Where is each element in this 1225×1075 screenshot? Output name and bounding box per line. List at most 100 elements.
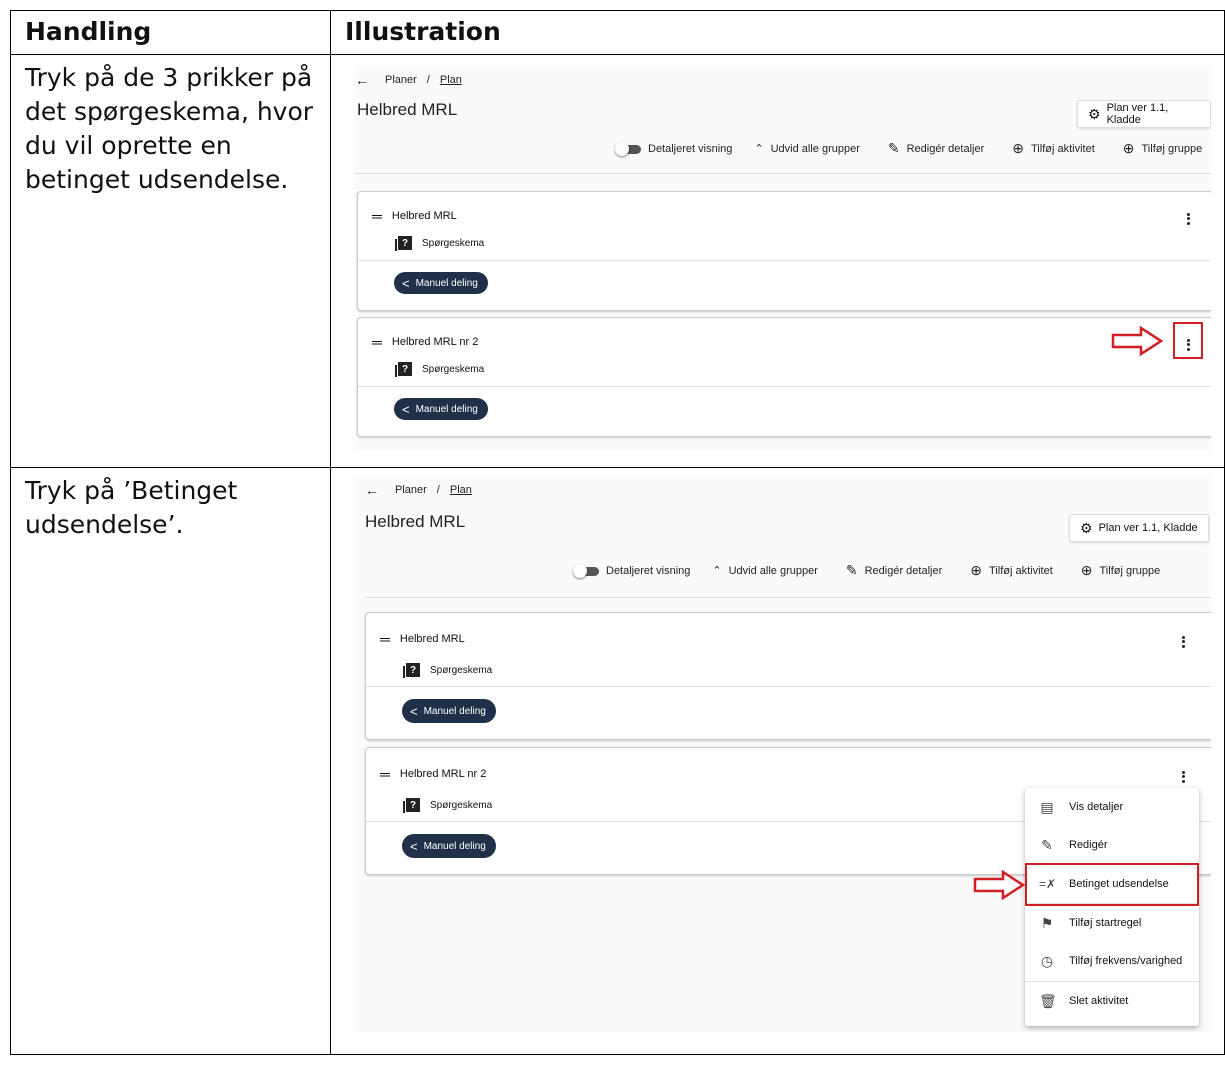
manual-share-label: Manuel deling (423, 840, 486, 852)
step-text-2: Tryk på ’Betinget udsendelse’. (25, 476, 238, 539)
trash-icon: 🗑 (1039, 992, 1057, 1009)
more-vert-icon[interactable] (1187, 211, 1191, 226)
edit-details-label: Redigér detaljer (906, 142, 985, 155)
plus-circle-icon: ⊕ (1080, 562, 1093, 578)
divider (365, 597, 1211, 598)
card-divider (358, 386, 1211, 387)
expand-groups-button[interactable]: ⌃ Udvid alle grupper (754, 142, 860, 156)
unfold-icon: ⌃ (712, 565, 722, 577)
plan-version-button[interactable]: ⚙ Plan ver 1.1, Kladde (1077, 100, 1211, 128)
card-type-label: Spørgeskema (422, 237, 485, 249)
menu-item-show-details[interactable]: ▤ Vis detaljer (1025, 788, 1199, 826)
breadcrumb-current[interactable]: Plan (440, 74, 462, 86)
add-group-label: Tilføj gruppe (1141, 142, 1203, 155)
card-divider (358, 260, 1211, 261)
manual-share-button[interactable]: < Manuel deling (394, 272, 488, 294)
drag-handle-icon[interactable]: ═ (380, 766, 390, 782)
plus-circle-icon: ⊕ (970, 562, 982, 578)
clock-plus-icon: ◷ (1040, 952, 1054, 969)
gear-icon: ⚙ (1080, 519, 1093, 536)
card-type: ? Spørgeskema (403, 798, 492, 813)
flag-icon: ⚑ (1040, 914, 1054, 931)
toolbar: Detaljeret visning ⌃ Udvid alle grupper … (587, 140, 1202, 157)
breadcrumb-separator: / (426, 74, 430, 86)
toggle-switch-icon[interactable] (573, 563, 599, 578)
plus-circle-icon: ⊕ (1012, 140, 1024, 156)
card-type-label: Spørgeskema (422, 363, 485, 375)
instruction-table: Handling Illustration Tryk på de 3 prikk… (10, 10, 1225, 1055)
card-type: ? Spørgeskema (395, 236, 485, 251)
activity-card-1[interactable]: ═ Helbred MRL ? Spørgeskema < Manuel del… (365, 612, 1211, 740)
pencil-icon: ✎ (887, 140, 900, 156)
plus-circle-icon: ⊕ (1122, 140, 1135, 156)
highlight-conditional-dispatch (1025, 863, 1199, 906)
step-text-1: Tryk på de 3 prikker på det spørgeskema,… (25, 63, 314, 194)
manual-share-button[interactable]: < Manuel deling (402, 699, 496, 723)
divider (355, 173, 1211, 174)
red-arrow-icon (973, 870, 1025, 900)
menu-item-delete-activity[interactable]: 🗑 Slet aktivitet (1025, 982, 1199, 1020)
more-vert-icon[interactable] (1182, 634, 1186, 649)
step-cell-1: Tryk på de 3 prikker på det spørgeskema,… (10, 54, 331, 468)
manual-share-label: Manuel deling (415, 403, 478, 415)
share-icon: < (402, 275, 410, 291)
gear-icon: ⚙ (1088, 105, 1101, 122)
back-arrow-icon[interactable]: ← (355, 72, 369, 88)
plan-version-button[interactable]: ⚙ Plan ver 1.1, Kladde (1069, 514, 1209, 542)
edit-details-button[interactable]: ✎ Redigér detaljer (846, 562, 942, 579)
detailed-view-toggle[interactable]: Detaljeret visning (573, 563, 691, 578)
menu-item-add-frequency[interactable]: ◷ Tilføj frekvens/varighed (1025, 942, 1199, 980)
quiz-icon: ? (403, 798, 420, 813)
highlight-kebab (1173, 322, 1203, 359)
card-name: Helbred MRL (391, 210, 457, 222)
back-arrow-icon[interactable]: ← (365, 482, 379, 498)
menu-label: Tilføj frekvens/varighed (1069, 955, 1183, 967)
drag-handle-icon[interactable]: ═ (372, 208, 382, 224)
share-icon: < (402, 401, 410, 417)
manual-share-label: Manuel deling (423, 705, 486, 717)
breadcrumb-separator: / (436, 484, 440, 496)
breadcrumb-root[interactable]: Planer (385, 74, 417, 86)
more-vert-icon[interactable] (1182, 769, 1186, 784)
add-group-button[interactable]: ⊕ Tilføj gruppe (1081, 562, 1160, 579)
menu-label: Tilføj startregel (1069, 917, 1142, 929)
card-type-label: Spørgeskema (430, 664, 493, 676)
clipboard-icon: ▤ (1040, 798, 1054, 815)
add-group-button[interactable]: ⊕ Tilføj gruppe (1123, 140, 1202, 157)
step-row-1: Tryk på de 3 prikker på det spørgeskema,… (10, 54, 1225, 468)
activity-card-2[interactable]: ═ Helbred MRL nr 2 ? Spørgeskema < Manue… (357, 317, 1211, 437)
add-activity-label: Tilføj aktivitet (989, 564, 1053, 577)
unfold-icon: ⌃ (754, 143, 764, 155)
share-icon: < (410, 703, 418, 719)
expand-groups-button[interactable]: ⌃ Udvid alle grupper (712, 564, 818, 578)
detailed-view-toggle[interactable]: Detaljeret visning (615, 141, 732, 156)
plan-version-label: Plan ver 1.1, Kladde (1098, 522, 1198, 534)
card-title: ═ Helbred MRL nr 2 (372, 334, 478, 350)
drag-handle-icon[interactable]: ═ (380, 631, 390, 647)
toggle-switch-icon[interactable] (615, 141, 641, 156)
drag-handle-icon[interactable]: ═ (372, 334, 382, 350)
quiz-icon: ? (395, 236, 412, 251)
card-type: ? Spørgeskema (395, 362, 485, 377)
illustration-cell-2: ← Planer / Plan Helbred MRL ⚙ Plan ver 1… (330, 467, 1225, 1055)
breadcrumb: ← Planer / Plan (355, 72, 462, 88)
plan-version-label: Plan ver 1.1, Kladde (1106, 102, 1169, 126)
edit-details-button[interactable]: ✎ Redigér detaljer (888, 140, 984, 157)
activity-card-1[interactable]: ═ Helbred MRL ? Spørgeskema < Manuel del… (357, 191, 1211, 311)
breadcrumb-root[interactable]: Planer (395, 484, 427, 496)
pencil-icon: ✎ (1041, 836, 1053, 853)
add-activity-button[interactable]: ⊕ Tilføj aktivitet (970, 562, 1053, 579)
screenshot-1: ← Planer / Plan Helbred MRL ⚙ Plan ver 1… (355, 66, 1211, 451)
add-activity-button[interactable]: ⊕ Tilføj aktivitet (1012, 140, 1095, 157)
card-title: ═ Helbred MRL (380, 631, 465, 647)
menu-item-add-start-rule[interactable]: ⚑ Tilføj startregel (1025, 904, 1199, 942)
quiz-icon: ? (395, 362, 412, 377)
detailed-view-label: Detaljeret visning (606, 564, 691, 577)
add-activity-label: Tilføj aktivitet (1031, 142, 1095, 155)
breadcrumb-current[interactable]: Plan (450, 484, 472, 496)
menu-item-edit[interactable]: ✎ Redigér (1025, 826, 1199, 864)
manual-share-button[interactable]: < Manuel deling (402, 834, 496, 858)
manual-share-label: Manuel deling (415, 277, 478, 289)
card-title: ═ Helbred MRL nr 2 (380, 766, 486, 782)
manual-share-button[interactable]: < Manuel deling (394, 398, 488, 420)
